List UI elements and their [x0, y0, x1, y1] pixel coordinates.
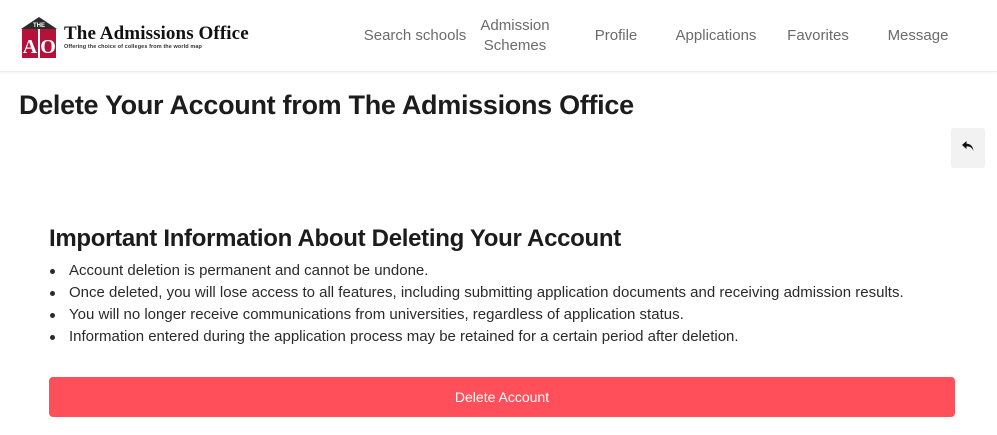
section-heading: Important Information About Deleting You… [49, 225, 621, 252]
deletion-info-section: Important Information About Deleting You… [49, 222, 955, 348]
nav-search-schools[interactable]: Search schools [362, 0, 468, 72]
back-button[interactable] [951, 128, 985, 168]
nav-admission-schemes[interactable]: Admission Schemes [472, 0, 558, 72]
list-item: Information entered during the applicati… [49, 326, 955, 348]
nav-message[interactable]: Message [882, 0, 954, 72]
nav-profile[interactable]: Profile [586, 0, 646, 72]
nav-favorites[interactable]: Favorites [780, 0, 856, 72]
list-item: You will no longer receive communication… [49, 304, 955, 326]
delete-account-button[interactable]: Delete Account [49, 377, 955, 417]
list-item: Once deleted, you will lose access to al… [49, 282, 955, 304]
notice-list: Account deletion is permanent and cannot… [49, 260, 955, 348]
list-item: Account deletion is permanent and cannot… [49, 260, 955, 282]
reply-arrow-icon [961, 139, 975, 158]
nav-applications[interactable]: Applications [668, 0, 764, 72]
page-title: Delete Your Account from The Admissions … [19, 90, 634, 120]
top-navigation-bar: THE A O The Admissions Office Offering t… [0, 0, 997, 72]
main-nav: Search schools Admission Schemes Profile… [0, 0, 997, 72]
